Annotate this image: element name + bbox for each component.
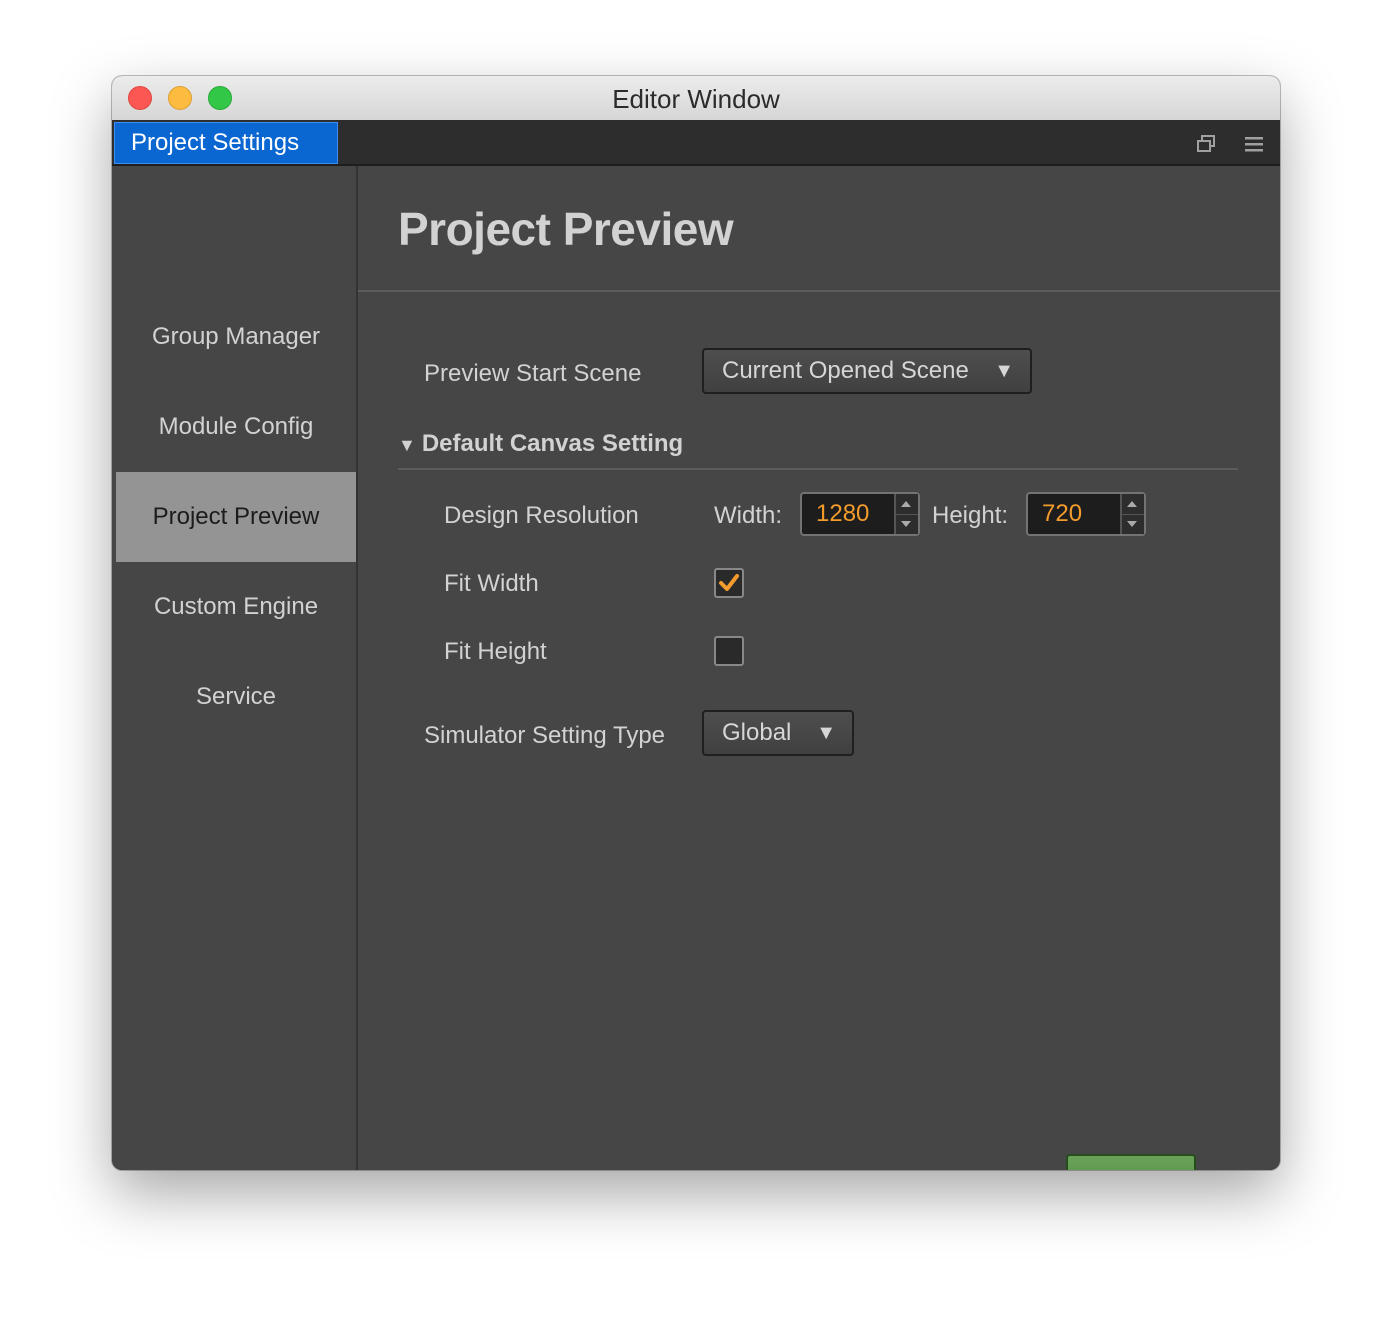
tab-project-settings[interactable]: Project Settings <box>114 122 338 164</box>
spinner-up-icon[interactable] <box>1122 494 1144 515</box>
height-input[interactable]: 720 <box>1026 492 1146 536</box>
popout-icon[interactable] <box>1196 134 1216 154</box>
width-spinner <box>894 494 918 534</box>
fit-width-label: Fit Width <box>444 570 539 597</box>
title-divider <box>358 290 1280 292</box>
checkmark-icon <box>719 574 739 591</box>
sidebar-item-service[interactable]: Service <box>116 652 356 742</box>
fit-height-label: Fit Height <box>444 638 547 665</box>
menu-icon[interactable] <box>1244 134 1264 154</box>
height-value: 720 <box>1042 500 1083 527</box>
simulator-setting-type-value: Global <box>722 719 792 746</box>
save-button[interactable]: save <box>1066 1154 1196 1170</box>
preview-start-scene-label: Preview Start Scene <box>424 360 642 387</box>
sidebar-item-project-preview[interactable]: Project Preview <box>116 472 356 562</box>
dropdown-caret-icon: ▼ <box>994 360 1014 382</box>
design-resolution-label: Design Resolution <box>444 502 639 529</box>
dropdown-caret-icon: ▼ <box>816 722 836 744</box>
fit-width-checkbox[interactable] <box>714 568 744 598</box>
width-label: Width: <box>714 502 783 529</box>
fit-height-checkbox[interactable] <box>714 636 744 666</box>
preview-start-scene-dropdown[interactable]: Current Opened Scene ▼ <box>702 348 1032 394</box>
simulator-setting-type-dropdown[interactable]: Global ▼ <box>702 710 854 756</box>
height-label: Height: <box>932 502 1009 529</box>
title-bar: Editor Window <box>112 76 1280 121</box>
preview-start-scene-value: Current Opened Scene <box>722 357 969 384</box>
default-canvas-section-title: Default Canvas Setting <box>421 430 684 457</box>
editor-window: Editor Window Project Settings Group Man… <box>112 76 1280 1170</box>
simulator-setting-type-label: Simulator Setting Type <box>424 722 666 749</box>
spinner-down-icon[interactable] <box>1122 514 1144 534</box>
height-spinner <box>1120 494 1144 534</box>
settings-panel: Project Preview Preview Start Scene Curr… <box>358 166 1280 1170</box>
sidebar-item-custom-engine[interactable]: Custom Engine <box>116 562 356 652</box>
tab-bar: Project Settings <box>112 120 1280 166</box>
width-input[interactable]: 1280 <box>800 492 920 536</box>
spinner-down-icon[interactable] <box>896 514 918 534</box>
page-title: Project Preview <box>398 203 734 255</box>
spinner-up-icon[interactable] <box>896 494 918 515</box>
collapse-triangle-icon: ▼ <box>398 435 416 455</box>
sidebar-item-group-manager[interactable]: Group Manager <box>116 292 356 382</box>
section-divider <box>398 468 1238 470</box>
settings-sidebar: Group Manager Module Config Project Prev… <box>112 166 358 1170</box>
sidebar-item-module-config[interactable]: Module Config <box>116 382 356 472</box>
default-canvas-section-header[interactable]: ▼ Default Canvas Setting <box>398 430 683 458</box>
width-value: 1280 <box>816 500 870 527</box>
window-title: Editor Window <box>612 84 780 114</box>
